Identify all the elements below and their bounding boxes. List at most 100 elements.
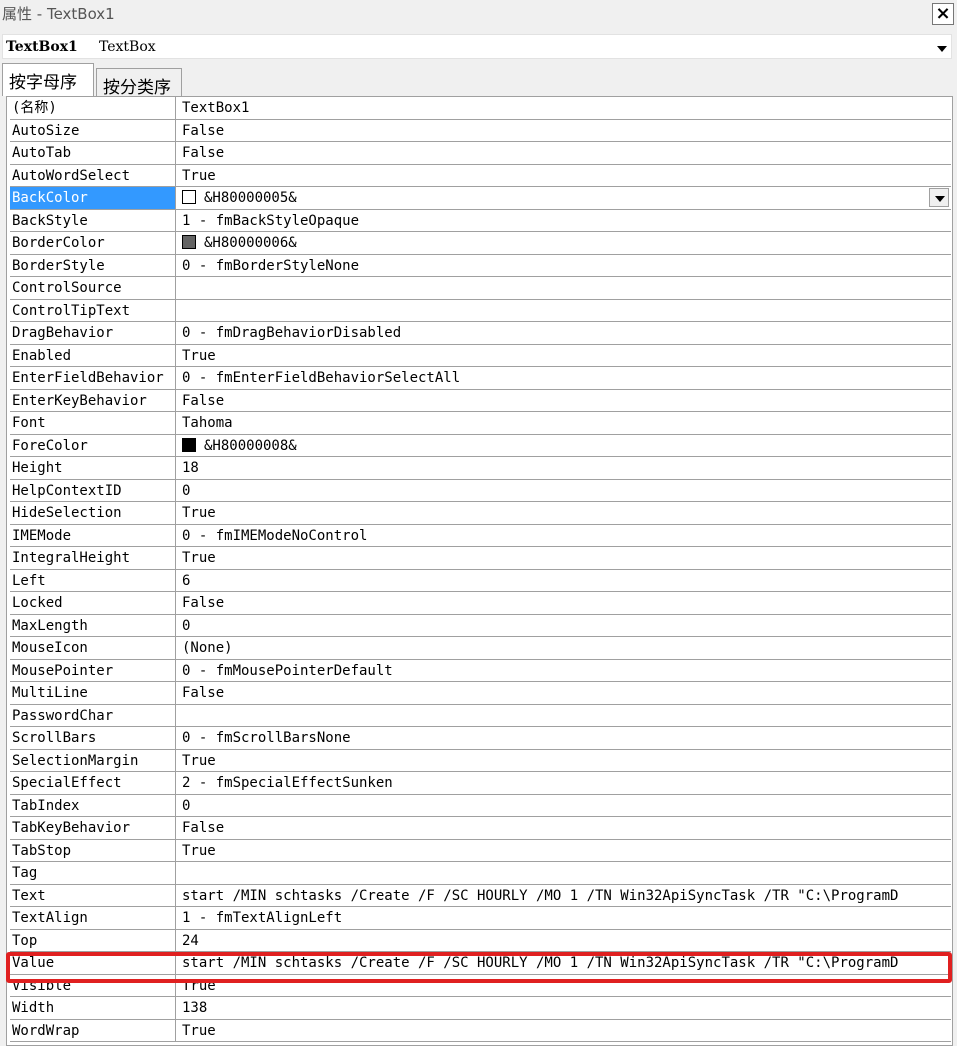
- property-value[interactable]: True: [180, 345, 951, 367]
- property-name[interactable]: (名称): [10, 97, 176, 119]
- property-name[interactable]: BorderStyle: [10, 254, 176, 276]
- property-value[interactable]: 0: [180, 615, 951, 637]
- property-name[interactable]: BorderColor: [10, 232, 176, 254]
- property-value[interactable]: TextBox1: [180, 97, 951, 119]
- property-row[interactable]: Enabled True: [10, 344, 951, 367]
- property-value[interactable]: 0 - fmDragBehaviorDisabled: [180, 322, 951, 344]
- property-row[interactable]: ForeColor &H80000008&: [10, 434, 951, 457]
- property-row[interactable]: AutoTab False: [10, 142, 951, 165]
- property-row[interactable]: IntegralHeight True: [10, 547, 951, 570]
- property-row[interactable]: EnterKeyBehavior False: [10, 389, 951, 412]
- property-name[interactable]: WordWrap: [10, 1019, 176, 1041]
- property-value[interactable]: True: [180, 840, 951, 862]
- property-value[interactable]: False: [180, 390, 951, 412]
- property-row[interactable]: TabKeyBehavior False: [10, 817, 951, 840]
- tab-categorized[interactable]: 按分类序: [96, 68, 182, 98]
- property-name[interactable]: TabKeyBehavior: [10, 817, 176, 839]
- property-row[interactable]: ScrollBars 0 - fmScrollBarsNone: [10, 727, 951, 750]
- property-value[interactable]: 0 - fmMousePointerDefault: [180, 660, 951, 682]
- property-value[interactable]: False: [180, 120, 951, 142]
- property-row[interactable]: AutoSize False: [10, 119, 951, 142]
- property-name[interactable]: Locked: [10, 592, 176, 614]
- property-row[interactable]: Height 18: [10, 457, 951, 480]
- property-value[interactable]: [180, 862, 951, 884]
- property-name[interactable]: Visible: [10, 974, 176, 996]
- property-name[interactable]: Tag: [10, 862, 176, 884]
- property-value[interactable]: True: [180, 1020, 951, 1042]
- property-name[interactable]: SelectionMargin: [10, 749, 176, 771]
- property-row[interactable]: TextAlign 1 - fmTextAlignLeft: [10, 907, 951, 930]
- property-row[interactable]: MaxLength 0: [10, 614, 951, 637]
- property-value[interactable]: True: [180, 165, 951, 187]
- property-value[interactable]: [180, 300, 951, 322]
- property-row[interactable]: TabIndex 0: [10, 794, 951, 817]
- property-value[interactable]: True: [180, 502, 951, 524]
- property-row[interactable]: Tag: [10, 862, 951, 885]
- property-row[interactable]: HideSelection True: [10, 502, 951, 525]
- property-name[interactable]: IntegralHeight: [10, 547, 176, 569]
- property-value[interactable]: &H80000005&: [180, 187, 951, 209]
- object-selector-dropdown[interactable]: TextBox1 TextBox: [2, 34, 952, 59]
- property-row[interactable]: SelectionMargin True: [10, 749, 951, 772]
- property-row[interactable]: Text start /MIN schtasks /Create /F /SC H…: [10, 884, 951, 907]
- property-row[interactable]: (名称) TextBox1: [10, 97, 951, 120]
- property-row[interactable]: HelpContextID 0: [10, 479, 951, 502]
- tab-alphabetic[interactable]: 按字母序: [2, 63, 94, 96]
- property-name[interactable]: TabStop: [10, 839, 176, 861]
- property-name[interactable]: HideSelection: [10, 502, 176, 524]
- property-name[interactable]: TextAlign: [10, 907, 176, 929]
- property-value[interactable]: 0 - fmScrollBarsNone: [180, 727, 951, 749]
- property-name[interactable]: AutoSize: [10, 119, 176, 141]
- property-row[interactable]: ControlSource: [10, 277, 951, 300]
- property-value[interactable]: False: [180, 142, 951, 164]
- property-name[interactable]: MouseIcon: [10, 637, 176, 659]
- property-name[interactable]: SpecialEffect: [10, 772, 176, 794]
- property-value[interactable]: (None): [180, 637, 951, 659]
- property-name[interactable]: Left: [10, 569, 176, 591]
- property-name[interactable]: Value: [10, 952, 176, 974]
- property-name[interactable]: EnterKeyBehavior: [10, 389, 176, 411]
- property-row[interactable]: BorderColor &H80000006&: [10, 232, 951, 255]
- property-value[interactable]: 138: [180, 997, 951, 1019]
- property-name[interactable]: ControlSource: [10, 277, 176, 299]
- property-value[interactable]: True: [180, 547, 951, 569]
- property-name[interactable]: ControlTipText: [10, 299, 176, 321]
- property-value[interactable]: 24: [180, 930, 951, 952]
- property-name[interactable]: Enabled: [10, 344, 176, 366]
- property-value[interactable]: True: [180, 975, 951, 997]
- property-value[interactable]: 2 - fmSpecialEffectSunken: [180, 772, 951, 794]
- property-row[interactable]: Left 6: [10, 569, 951, 592]
- property-name[interactable]: HelpContextID: [10, 479, 176, 501]
- property-value[interactable]: [180, 277, 951, 299]
- property-name[interactable]: IMEMode: [10, 524, 176, 546]
- property-name[interactable]: Text: [10, 884, 176, 906]
- property-value[interactable]: True: [180, 750, 951, 772]
- property-value[interactable]: 0 - fmBorderStyleNone: [180, 255, 951, 277]
- property-row[interactable]: TabStop True: [10, 839, 951, 862]
- property-row[interactable]: SpecialEffect 2 - fmSpecialEffectSunken: [10, 772, 951, 795]
- property-row[interactable]: Visible True: [10, 974, 951, 997]
- property-row[interactable]: Value start /MIN schtasks /Create /F /SC …: [10, 952, 951, 975]
- property-value[interactable]: &H80000008&: [180, 435, 951, 457]
- property-row[interactable]: DragBehavior 0 - fmDragBehaviorDisabled: [10, 322, 951, 345]
- property-row[interactable]: Width 138: [10, 997, 951, 1020]
- property-row[interactable]: WordWrap True: [10, 1019, 951, 1042]
- property-value[interactable]: 0: [180, 480, 951, 502]
- property-name[interactable]: AutoWordSelect: [10, 164, 176, 186]
- property-row[interactable]: Locked False: [10, 592, 951, 615]
- property-name[interactable]: BackStyle: [10, 209, 176, 231]
- property-value[interactable]: False: [180, 817, 951, 839]
- property-name[interactable]: PasswordChar: [10, 704, 176, 726]
- property-value[interactable]: start /MIN schtasks /Create /F /SC HOURL…: [180, 885, 951, 907]
- property-value[interactable]: start /MIN schtasks /Create /F /SC HOURL…: [180, 952, 951, 974]
- property-row[interactable]: IMEMode 0 - fmIMEModeNoControl: [10, 524, 951, 547]
- property-value[interactable]: 1 - fmTextAlignLeft: [180, 907, 951, 929]
- property-row[interactable]: BorderStyle 0 - fmBorderStyleNone: [10, 254, 951, 277]
- property-value[interactable]: Tahoma: [180, 412, 951, 434]
- property-name[interactable]: ScrollBars: [10, 727, 176, 749]
- property-value[interactable]: &H80000006&: [180, 232, 951, 254]
- property-row[interactable]: MultiLine False: [10, 682, 951, 705]
- property-name[interactable]: ForeColor: [10, 434, 176, 456]
- property-row[interactable]: BackStyle 1 - fmBackStyleOpaque: [10, 209, 951, 232]
- property-row[interactable]: Top 24: [10, 929, 951, 952]
